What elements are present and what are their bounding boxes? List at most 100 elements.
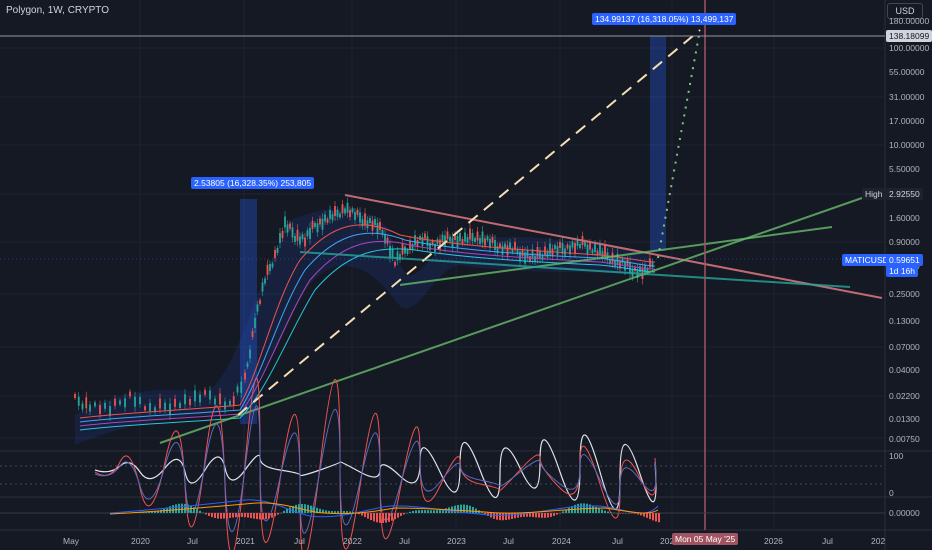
measurement-label-1[interactable]: 2.53805 (16,328.35%) 253,805 [191, 177, 315, 189]
candle-body [376, 223, 379, 234]
candle-body [306, 230, 309, 237]
candle-body [299, 236, 301, 245]
candle-body [264, 278, 266, 284]
histogram-bar [181, 503, 183, 513]
time-axis-label: 2022 [343, 536, 362, 546]
histogram-bar [247, 513, 249, 518]
time-axis-label: Jul [612, 536, 623, 546]
histogram-bar [160, 509, 162, 513]
histogram-bar [556, 513, 558, 515]
candle-body [269, 264, 271, 271]
histogram-bar [427, 510, 429, 513]
candle-body [240, 381, 243, 393]
candle-body [144, 406, 146, 411]
candle-body [224, 401, 226, 410]
stoch-d [94, 405, 657, 534]
histogram-bar [577, 503, 579, 513]
candle-body [579, 244, 581, 248]
candle-body [134, 396, 136, 407]
histogram-bar [658, 513, 660, 523]
histogram-bar [511, 513, 513, 519]
histogram-bar [304, 504, 306, 513]
histogram-bar [253, 513, 255, 519]
histogram-bar [208, 513, 210, 516]
price-axis-label: 0.90000 [889, 237, 920, 247]
price-axis-label: 100.00000 [889, 43, 930, 53]
measurement-label-2[interactable]: 134.99137 (16,318.05%) 13,499,137 [592, 13, 737, 25]
candle-body [379, 222, 381, 230]
candle-body [461, 239, 464, 244]
candle-body [289, 223, 291, 229]
candle-body [124, 398, 126, 408]
candle-body [374, 219, 376, 225]
histogram-bar [559, 513, 561, 514]
candle-body [204, 389, 206, 395]
candle-body [349, 210, 351, 217]
price-axis-label: 180.00000 [889, 16, 930, 26]
histogram-bar [334, 511, 336, 513]
candle-body [301, 234, 304, 240]
candle-body [229, 401, 231, 405]
time-axis-label: Jul [399, 536, 410, 546]
candle-body [244, 372, 246, 380]
chart-canvas[interactable] [0, 0, 932, 550]
histogram-bar [544, 513, 546, 518]
candle-body [184, 394, 186, 405]
candle-body [236, 386, 239, 393]
histogram-bar [190, 505, 192, 513]
candle-body [94, 402, 96, 407]
price-axis-label: 0.07000 [889, 342, 920, 352]
chart-title[interactable]: Polygon, 1W, CRYPTO [6, 5, 109, 16]
candle-body [559, 242, 561, 248]
histogram-bar [229, 513, 231, 518]
candle-body [481, 231, 484, 243]
histogram-bar [502, 513, 504, 521]
candle-body [421, 237, 424, 246]
candle-body [334, 206, 336, 216]
candle-body [149, 403, 151, 411]
candle-body [404, 246, 406, 254]
current-price-marker: 138.18099 [886, 30, 932, 42]
histogram-bar [493, 513, 495, 519]
candle-body [621, 258, 624, 264]
candle-body [611, 252, 614, 263]
candle-body [164, 402, 166, 410]
candle-body [249, 349, 251, 359]
time-axis-label: Jul [822, 536, 833, 546]
candle-body [639, 266, 641, 272]
histogram-bar [472, 506, 474, 513]
candle-body [304, 237, 306, 247]
histogram-bar [370, 513, 372, 521]
histogram-bar [469, 505, 471, 513]
oscillator-axis-top: 100 [889, 451, 904, 461]
candle-body [501, 245, 504, 255]
histogram-bar [424, 510, 426, 513]
candle-body [311, 220, 314, 229]
candle-body [346, 202, 349, 213]
candle-body [414, 235, 416, 245]
candle-body [476, 231, 479, 241]
candle-body [329, 210, 331, 219]
candle-body [159, 398, 161, 409]
histogram-bar [340, 511, 342, 513]
candle-body [246, 363, 249, 367]
histogram-bar [379, 513, 381, 523]
candle-body [441, 234, 444, 242]
candle-body [344, 208, 346, 214]
candle-body [274, 250, 276, 258]
histogram-bar [535, 513, 537, 518]
histogram-bar [262, 513, 264, 520]
histogram-bar [517, 513, 519, 518]
histogram-bar [361, 513, 363, 516]
candle-body [464, 232, 466, 242]
histogram-bar [175, 504, 177, 513]
histogram-bar [388, 513, 390, 522]
candle-body [356, 209, 359, 215]
histogram-bar [601, 509, 603, 513]
high-value: 2.92550 [886, 188, 923, 200]
histogram-bar [598, 508, 600, 513]
candle-body [286, 224, 289, 233]
histogram-bar [211, 513, 213, 518]
price-axis-label: 1.60000 [889, 213, 920, 223]
histogram-bar [214, 513, 216, 519]
